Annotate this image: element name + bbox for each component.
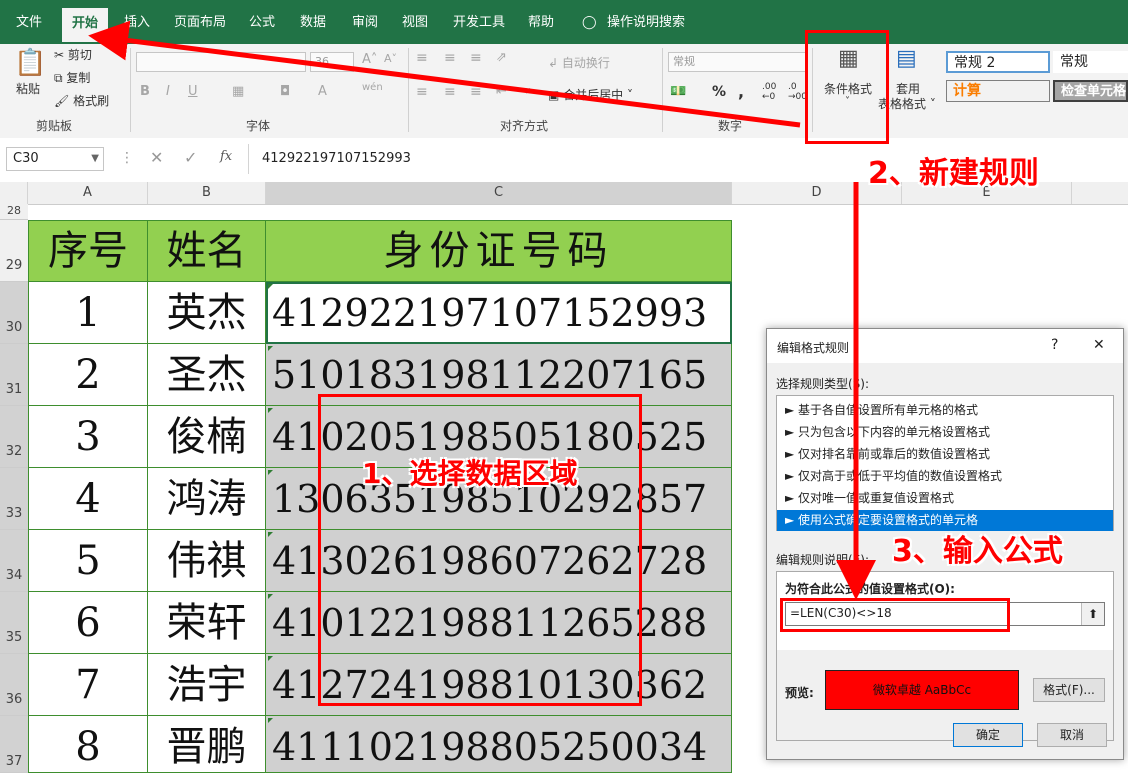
- annotation-step-1: 1、选择数据区域: [362, 457, 578, 490]
- annotation-step-3: 3、输入公式: [892, 534, 1063, 569]
- annotation-arrows: [88, 20, 876, 600]
- arrow-to-home-tab: [88, 20, 801, 128]
- annotation-step-2: 2、新建规则: [868, 156, 1039, 191]
